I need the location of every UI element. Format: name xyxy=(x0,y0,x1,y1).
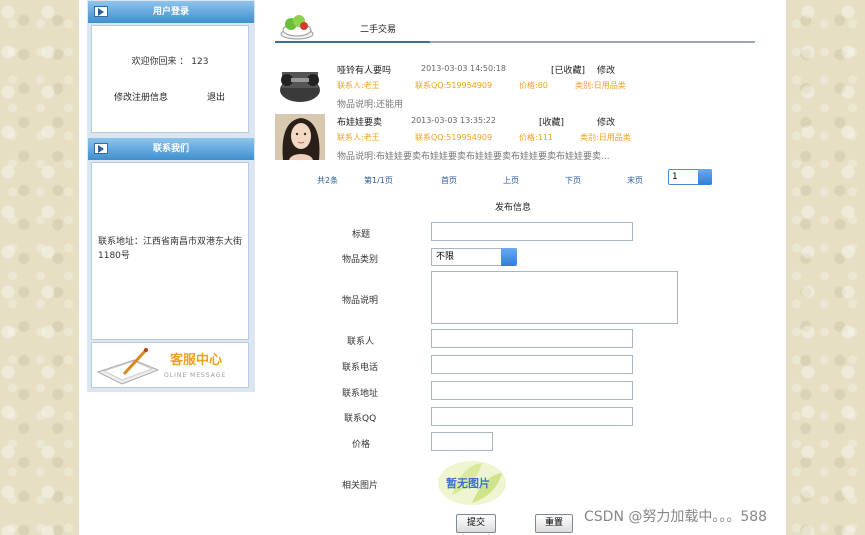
item-date: 2013-03-03 14:50:18 xyxy=(421,64,506,73)
arrow-right-icon xyxy=(94,143,108,154)
item-thumbnail[interactable] xyxy=(275,114,325,160)
item-description: 物品说明:还能用 xyxy=(337,100,404,110)
no-image-text: 暂无图片 xyxy=(446,477,490,490)
item-title-link[interactable]: 哑铃有人要吗 xyxy=(337,63,391,76)
item-price: 价格:111 xyxy=(519,133,553,142)
no-image-placeholder: 暂无图片 xyxy=(432,455,512,513)
contact-box-title: 联系我们 xyxy=(152,144,189,154)
page-select[interactable]: 1 xyxy=(668,169,712,185)
login-box-header: 用户登录 xyxy=(88,1,254,23)
next-page-link[interactable]: 下页 xyxy=(565,175,581,186)
contact-address: 联系地址：江西省南昌市双港东大街1180号 xyxy=(98,237,243,261)
item-category: 类别:日用品类 xyxy=(580,133,631,142)
item-thumbnail[interactable] xyxy=(275,60,325,106)
contact-label: 联系人 xyxy=(347,337,375,347)
item-date: 2013-03-03 13:35:22 xyxy=(411,116,496,125)
arrow-right-icon xyxy=(94,6,108,17)
page-info: 第1/1页 xyxy=(364,176,393,185)
item-description: 物品说明:布娃娃要卖布娃娃要卖布娃娃要卖布娃娃要卖布娃娃要卖... xyxy=(337,152,610,162)
watermark: CSDN @努力加载中。。。588 xyxy=(584,509,768,525)
dropdown-arrow-icon xyxy=(501,248,517,266)
image-label: 相关图片 xyxy=(342,481,379,491)
section-header: 二手交易 xyxy=(275,8,755,44)
first-page-link[interactable]: 首页 xyxy=(441,175,457,186)
edit-link[interactable]: 修改 xyxy=(597,63,615,76)
item-category: 类别:日用品类 xyxy=(575,81,626,90)
favorite-status[interactable]: [已收藏] xyxy=(551,63,585,76)
description-textarea[interactable] xyxy=(431,271,678,324)
dropdown-arrow-icon xyxy=(698,169,712,185)
prev-page-link[interactable]: 上页 xyxy=(503,175,519,186)
service-title: 客服中心 xyxy=(170,353,223,368)
category-label: 物品类别 xyxy=(342,255,379,265)
submit-button[interactable]: 提交 xyxy=(456,514,496,533)
salad-bowl-icon xyxy=(280,15,314,40)
phone-label: 联系电话 xyxy=(342,363,379,373)
total-count: 共2条 xyxy=(317,176,339,185)
qq-label: 联系QQ xyxy=(344,414,377,424)
customer-service-banner[interactable]: 客服中心 OLINE MESSAGE xyxy=(91,342,249,388)
contact-input[interactable] xyxy=(431,329,633,348)
contact-box: 联系地址：江西省南昌市双港东大街1180号 xyxy=(91,162,249,340)
item-qq: 联系QQ:519954909 xyxy=(415,133,493,142)
service-subtitle: OLINE MESSAGE xyxy=(164,372,227,379)
login-box: 欢迎你回来 ： 123 修改注册信息 退出 xyxy=(91,25,249,133)
divider-accent xyxy=(275,41,430,43)
logout-link[interactable]: 退出 xyxy=(207,90,225,103)
item-qq: 联系QQ:519954909 xyxy=(415,81,493,90)
address-input[interactable] xyxy=(431,381,633,400)
page-container: 用户登录 欢迎你回来 ： 123 修改注册信息 退出 联系我们 联系地址：江西省… xyxy=(79,0,786,535)
title-input[interactable] xyxy=(431,222,633,241)
login-box-title: 用户登录 xyxy=(152,7,189,17)
address-label: 联系地址 xyxy=(342,389,379,399)
price-input[interactable] xyxy=(431,432,493,451)
left-sidebar: 用户登录 欢迎你回来 ： 123 修改注册信息 退出 联系我们 联系地址：江西省… xyxy=(87,0,255,392)
item-title-link[interactable]: 布娃娃要卖 xyxy=(337,115,382,128)
category-select-value: 不限 xyxy=(436,252,455,262)
form-title: 发布信息 xyxy=(495,203,532,213)
title-label: 标题 xyxy=(352,230,371,240)
category-select[interactable]: 不限 xyxy=(431,248,517,266)
main-content: 二手交易 哑铃有人要吗 2013-03-03 14:50:18 [已收藏] 修改… xyxy=(275,0,757,535)
item-price: 价格:60 xyxy=(519,81,548,90)
item-contact: 联系人:老王 xyxy=(337,133,380,142)
edit-profile-link[interactable]: 修改注册信息 xyxy=(114,90,168,103)
description-label: 物品说明 xyxy=(342,296,379,306)
reset-button[interactable]: 重置 xyxy=(535,514,573,533)
favorite-status[interactable]: [收藏] xyxy=(539,115,564,128)
message-board-icon xyxy=(96,348,160,385)
item-contact: 联系人:老王 xyxy=(337,81,380,90)
qq-input[interactable] xyxy=(431,407,633,426)
page-select-value: 1 xyxy=(672,172,678,182)
section-title: 二手交易 xyxy=(360,25,397,35)
price-label: 价格 xyxy=(352,440,371,450)
contact-box-header: 联系我们 xyxy=(88,138,254,160)
phone-input[interactable] xyxy=(431,355,633,374)
edit-link[interactable]: 修改 xyxy=(597,115,615,128)
welcome-text: 欢迎你回来 ： 123 xyxy=(131,57,209,67)
last-page-link[interactable]: 末页 xyxy=(627,175,643,186)
